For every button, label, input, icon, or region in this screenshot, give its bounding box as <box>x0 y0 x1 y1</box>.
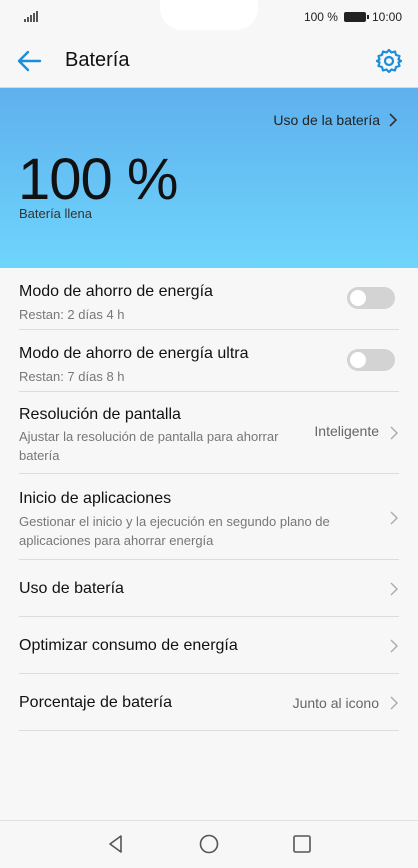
item-title: Modo de ahorro de energía ultra <box>19 345 249 362</box>
status-bar: 100 % 10:00 <box>0 0 418 34</box>
item-title: Uso de batería <box>19 580 124 597</box>
item-subtitle: Ajustar la resolución de pantalla para a… <box>19 429 279 463</box>
item-title: Resolución de pantalla <box>19 406 181 423</box>
battery-percentage: 100 % <box>18 147 178 212</box>
power-saving-toggle[interactable] <box>347 287 395 309</box>
battery-usage-label: Uso de la batería <box>273 112 380 128</box>
chevron-right-icon <box>390 639 398 653</box>
battery-usage-link[interactable]: Uso de la batería <box>273 112 398 128</box>
page-title: Batería <box>65 49 130 71</box>
item-value: Junto al icono <box>292 695 379 711</box>
navigation-bar <box>0 820 418 868</box>
status-right: 100 % 10:00 <box>304 10 402 24</box>
item-title: Porcentaje de batería <box>19 694 172 711</box>
nav-recents-icon[interactable] <box>291 833 313 855</box>
battery-status: Batería llena <box>19 206 92 221</box>
list-item-screen-resolution[interactable]: Resolución de pantalla Ajustar la resolu… <box>19 392 399 474</box>
list-item-ultra-power-saving[interactable]: Modo de ahorro de energía ultra Restan: … <box>19 330 399 392</box>
item-subtitle: Restan: 2 días 4 h <box>19 307 125 322</box>
chevron-right-icon <box>390 511 398 525</box>
item-title: Optimizar consumo de energía <box>19 637 238 654</box>
camera-notch <box>160 0 258 30</box>
ultra-power-saving-toggle[interactable] <box>347 349 395 371</box>
clock: 10:00 <box>371 10 402 24</box>
item-subtitle: Gestionar el inicio y la ejecución en se… <box>19 514 330 548</box>
battery-percent: 100 % <box>303 10 338 24</box>
back-arrow-icon <box>17 50 42 72</box>
list-item-power-saving[interactable]: Modo de ahorro de energía Restan: 2 días… <box>19 268 399 330</box>
battery-icon <box>343 12 369 22</box>
list-item-battery-percentage[interactable]: Porcentaje de batería Junto al icono <box>19 674 399 731</box>
chevron-right-icon <box>390 426 398 440</box>
list-item-battery-usage[interactable]: Uso de batería <box>19 560 399 617</box>
app-bar: Batería <box>0 34 418 88</box>
chevron-right-icon <box>389 113 398 127</box>
item-title: Inicio de aplicaciones <box>19 490 172 507</box>
list-item-app-launch[interactable]: Inicio de aplicaciones Gestionar el inic… <box>19 474 399 560</box>
chevron-right-icon <box>390 582 398 596</box>
list-item-optimize[interactable]: Optimizar consumo de energía <box>19 617 399 674</box>
item-title: Modo de ahorro de energía <box>19 283 213 300</box>
settings-list: Modo de ahorro de energía Restan: 2 días… <box>0 268 418 731</box>
nav-home-icon[interactable] <box>198 833 220 855</box>
settings-button[interactable] <box>374 46 404 76</box>
chevron-right-icon <box>390 696 398 710</box>
battery-hero: Uso de la batería 100 % Batería llena <box>0 88 418 268</box>
item-subtitle: Restan: 7 días 8 h <box>19 369 125 384</box>
signal-icon <box>24 10 40 22</box>
nav-back-icon[interactable] <box>105 833 127 855</box>
back-button[interactable] <box>14 46 46 76</box>
item-value: Inteligente <box>314 423 379 439</box>
gear-icon <box>375 48 403 74</box>
